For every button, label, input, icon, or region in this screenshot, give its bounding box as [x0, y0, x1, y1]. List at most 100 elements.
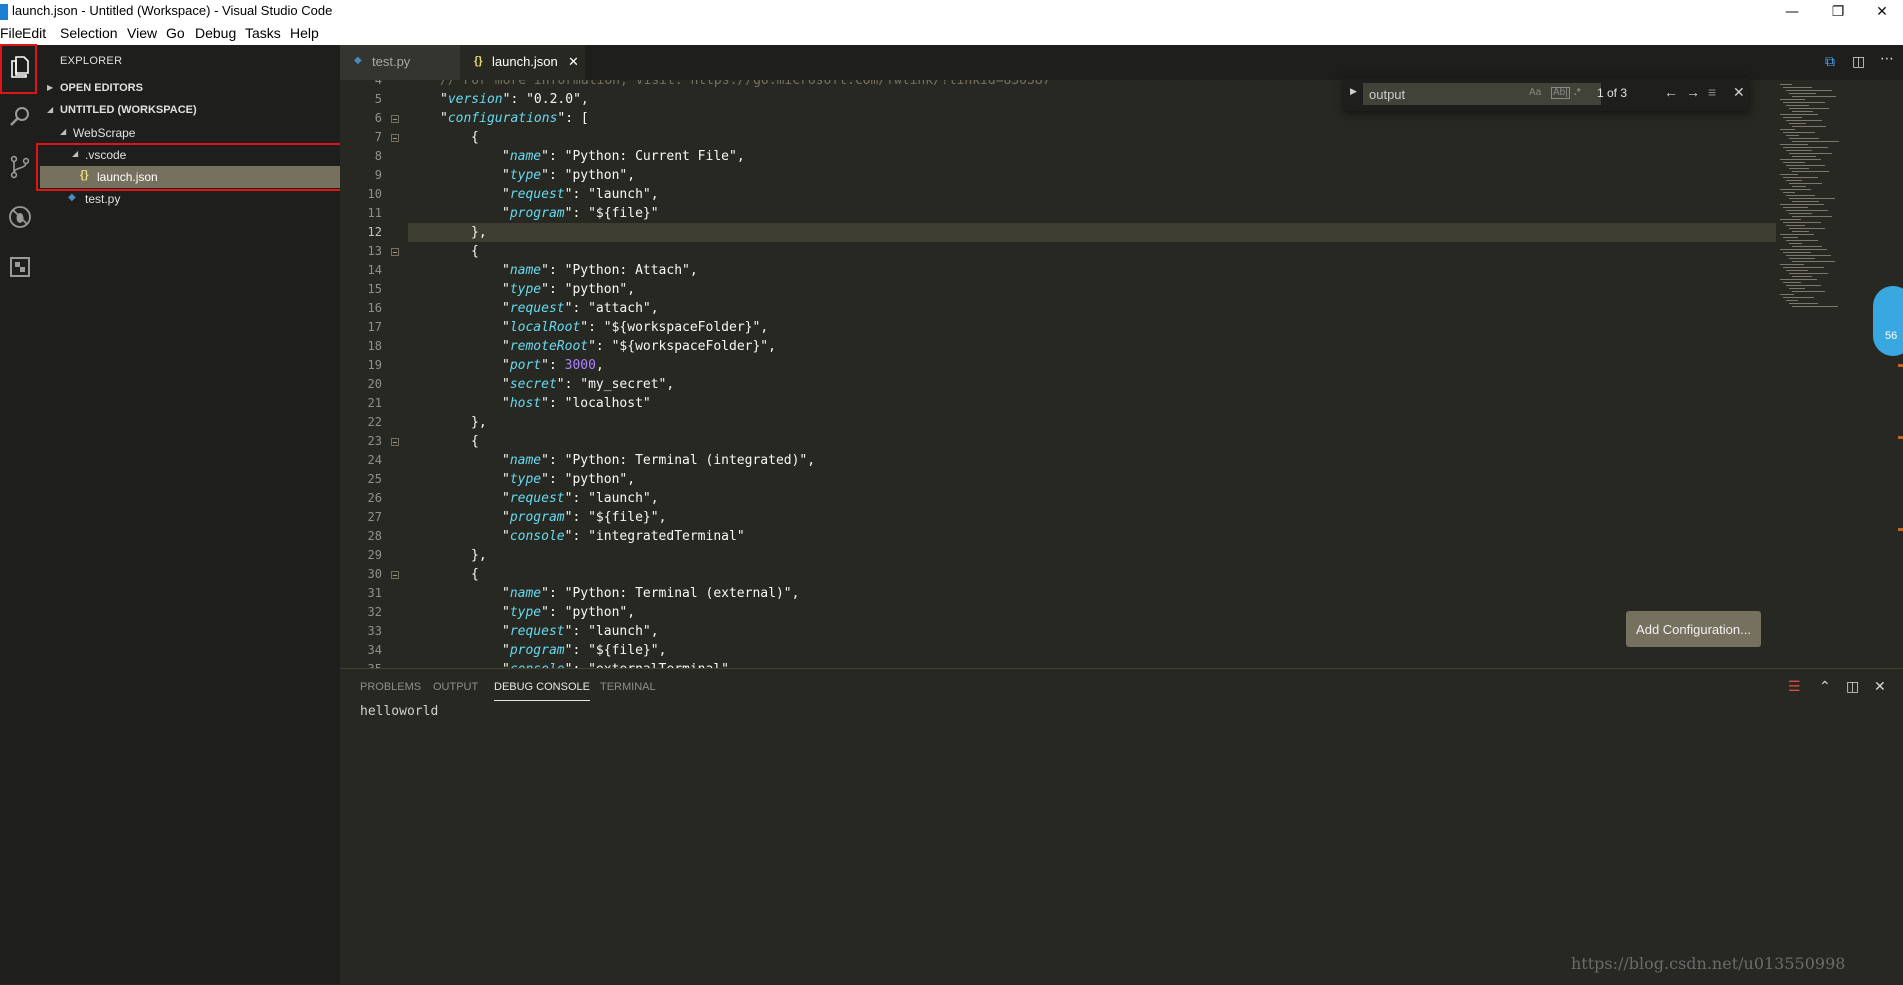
match-word-toggle[interactable]: Ab| — [1551, 87, 1570, 99]
minimap-line — [1792, 96, 1836, 97]
minimap-line — [1789, 198, 1835, 199]
tab-terminal[interactable]: TERMINAL — [600, 681, 656, 693]
code-line: "type": "python", — [502, 282, 636, 297]
line-number: 22 — [367, 415, 382, 429]
close-find-icon[interactable]: ✕ — [1733, 84, 1745, 101]
menu-view[interactable]: View — [127, 25, 157, 41]
fold-toggle-icon[interactable] — [391, 115, 399, 123]
match-case-toggle[interactable]: Aa — [1529, 87, 1541, 98]
code-line: "type": "python", — [502, 168, 636, 183]
close-tab-icon[interactable]: ✕ — [568, 54, 579, 70]
minimap-line — [1783, 132, 1815, 133]
minimap-line — [1783, 87, 1812, 88]
minimap-line — [1792, 246, 1822, 247]
line-number: 16 — [367, 301, 382, 315]
minimap-line — [1792, 186, 1806, 187]
minimap-line — [1783, 102, 1825, 103]
more-actions-icon[interactable]: ⋯ — [1880, 51, 1894, 67]
minimap-line — [1780, 144, 1808, 145]
menu-file[interactable]: File — [0, 25, 23, 41]
line-number: 19 — [367, 358, 382, 372]
code-line: "host": "localhost" — [502, 396, 651, 411]
find-in-selection-icon[interactable]: ≡ — [1708, 84, 1716, 100]
menu-help[interactable]: Help — [290, 25, 319, 41]
close-window-button[interactable]: ✕ — [1861, 0, 1903, 24]
menu-tasks[interactable]: Tasks — [245, 25, 281, 41]
regex-toggle[interactable]: .* — [1574, 87, 1581, 98]
code-line: "request": "launch", — [502, 624, 659, 639]
fold-toggle-icon[interactable] — [391, 248, 399, 256]
maximize-panel-icon[interactable]: ⌃ — [1819, 678, 1831, 695]
minimap-line — [1789, 243, 1802, 244]
line-number: 12 — [367, 225, 382, 239]
toggle-replace-icon[interactable]: ▶ — [1350, 86, 1357, 97]
minimap-line — [1792, 231, 1809, 232]
tab-launch-json[interactable]: {} launch.json ✕ — [460, 45, 585, 80]
tree-item-test-py[interactable]: ◆ test.py — [40, 188, 340, 210]
source-control-icon[interactable] — [0, 145, 40, 189]
minimap-line — [1789, 168, 1809, 169]
menu-debug[interactable]: Debug — [195, 25, 236, 41]
line-number: 10 — [367, 187, 382, 201]
minimap-line — [1789, 228, 1825, 229]
minimap-line — [1792, 156, 1816, 157]
code-line: "console": "externalTerminal", — [502, 660, 737, 668]
fold-toggle-icon[interactable] — [391, 134, 399, 142]
open-editors-section[interactable]: ▶ OPEN EDITORS — [40, 78, 340, 100]
tab-test-py[interactable]: ◆ test.py — [340, 45, 460, 80]
minimap[interactable] — [1772, 80, 1894, 320]
restore-button[interactable]: ❐ — [1815, 0, 1861, 24]
minimap-line — [1783, 267, 1824, 268]
minimap-line — [1789, 153, 1832, 154]
line-number: 11 — [367, 206, 382, 220]
next-match-icon[interactable]: → — [1686, 84, 1700, 100]
line-number: 18 — [367, 339, 382, 353]
tree-item-webscrape[interactable]: ◢ WebScrape — [40, 122, 340, 144]
previous-match-icon[interactable]: ← — [1664, 84, 1678, 100]
debug-icon[interactable] — [0, 195, 40, 239]
menu-go[interactable]: Go — [166, 25, 185, 41]
minimap-line — [1780, 114, 1818, 115]
code-line: { — [471, 567, 479, 582]
explorer-title: EXPLORER — [60, 55, 123, 67]
minimize-button[interactable]: — — [1769, 0, 1815, 24]
line-number: 33 — [367, 624, 382, 638]
minimap-line — [1786, 285, 1821, 286]
minimap-line — [1786, 90, 1832, 91]
add-configuration-button[interactable]: Add Configuration... — [1626, 611, 1761, 647]
minimap-line — [1783, 162, 1805, 163]
code-line: "request": "attach", — [502, 301, 659, 316]
tab-debug-console[interactable]: DEBUG CONSOLE — [494, 681, 590, 701]
watermark: https://blog.csdn.net/u013550998 — [1571, 954, 1846, 973]
fold-toggle-icon[interactable] — [391, 438, 399, 446]
line-number: 23 — [367, 434, 382, 448]
minimap-line — [1780, 294, 1794, 295]
fold-toggle-icon[interactable] — [391, 571, 399, 579]
compare-icon[interactable]: ⧉ — [1825, 54, 1835, 70]
clear-console-icon[interactable]: ☰ — [1788, 678, 1801, 695]
minimap-line — [1789, 288, 1805, 289]
search-icon[interactable] — [0, 95, 40, 139]
panel-layout-icon[interactable]: ◫ — [1846, 678, 1859, 695]
tab-output[interactable]: OUTPUT — [433, 681, 478, 693]
minimap-line — [1786, 225, 1805, 226]
menu-selection[interactable]: Selection — [60, 25, 118, 41]
workspace-section[interactable]: ◢ UNTITLED (WORKSPACE) — [40, 100, 340, 122]
current-line-highlight — [408, 223, 1776, 242]
tab-problems[interactable]: PROBLEMS — [360, 681, 421, 693]
code-line: "request": "launch", — [502, 491, 659, 506]
extensions-icon[interactable] — [0, 245, 40, 289]
minimap-line — [1792, 126, 1826, 127]
close-panel-icon[interactable]: ✕ — [1874, 678, 1886, 695]
minimap-line — [1783, 252, 1811, 253]
minimap-line — [1786, 255, 1831, 256]
minimap-line — [1786, 300, 1798, 301]
code-editor[interactable]: 4 // For more information, visit: https:/… — [340, 80, 1903, 668]
minimap-line — [1789, 123, 1806, 124]
line-number: 20 — [367, 377, 382, 391]
minimap-line — [1783, 237, 1798, 238]
menu-edit[interactable]: Edit — [22, 25, 46, 41]
minimap-line — [1789, 258, 1815, 259]
scroll-marker — [1898, 364, 1903, 367]
split-editor-icon[interactable]: ◫ — [1852, 54, 1865, 70]
